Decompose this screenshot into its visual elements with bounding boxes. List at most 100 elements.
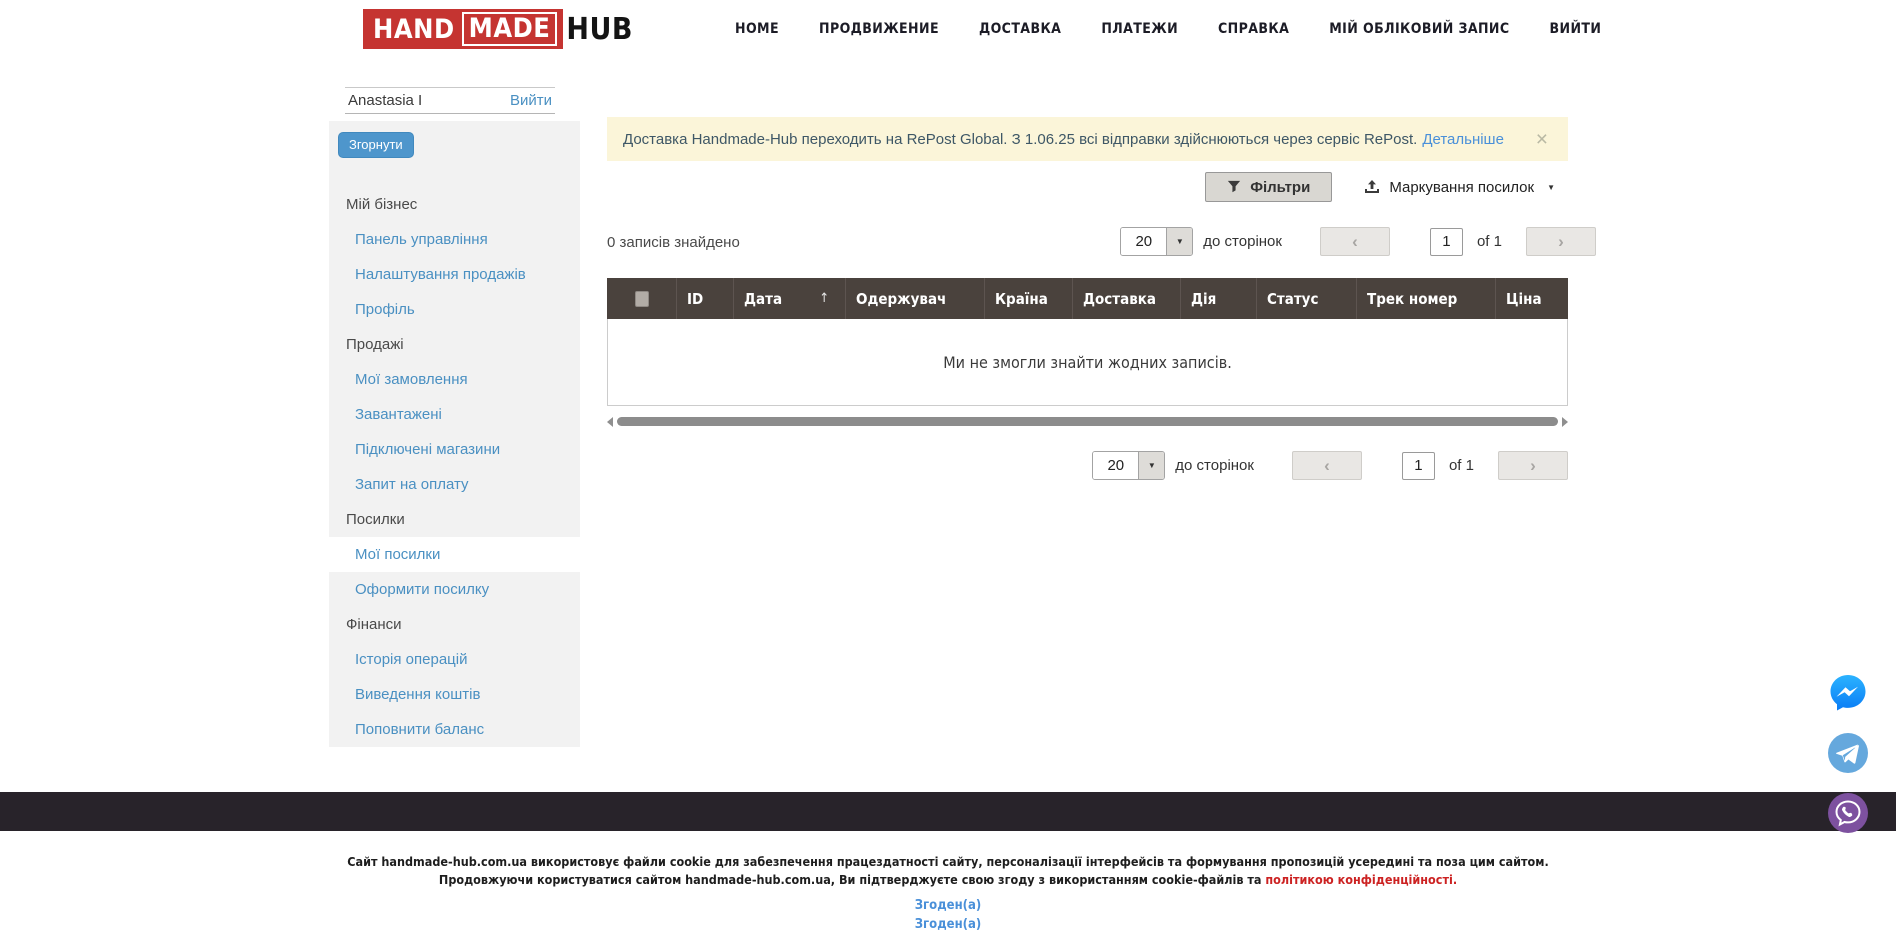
cookie-text-line2-prefix: Продовжуючи користуватися сайтом handmad… [439,872,1266,887]
top-next-page-button[interactable]: › [1526,227,1596,256]
sort-asc-icon[interactable]: ↑ [819,291,829,306]
bottom-page-size-value: 20 [1093,452,1139,479]
top-header: HAND MADE HUB HOME ПРОДВИЖЕНИЕ ДОСТАВКА … [0,0,1896,58]
chevron-right-icon: › [1530,456,1536,476]
sidebar-section-my-business: Мій бізнес [329,187,580,222]
sidebar-section-parcels: Посилки [329,502,580,537]
upload-icon [1364,179,1380,195]
top-per-page-label: до сторінок [1203,233,1282,250]
sidebar: Згорнути Мій бізнес Панель управління На… [329,121,580,747]
bottom-prev-page-button[interactable]: ‹ [1292,451,1362,480]
header-cell-track-number[interactable]: Трек номер [1357,278,1496,319]
scroll-left-icon[interactable] [607,417,613,427]
parcel-marking-dropdown[interactable]: Маркування посилок ▼ [1364,179,1555,196]
user-name: Anastasia I [348,92,422,109]
nav-logout[interactable]: ВИЙТИ [1550,21,1602,37]
header-cell-status[interactable]: Статус [1257,278,1357,319]
parcels-table-empty-state: Ми не змогли знайти жодних записів. [607,319,1568,406]
cookie-footer: Сайт handmade-hub.com.ua використовує фа… [0,831,1896,934]
scrollbar-thumb[interactable] [617,417,1558,426]
top-prev-page-button[interactable]: ‹ [1320,227,1390,256]
top-page-of-label: of 1 [1477,233,1502,250]
parcels-table-header: ID Дата ↑ Одержувач Країна Доставка Дія … [607,278,1568,319]
viber-icon[interactable] [1828,793,1868,833]
nav-delivery[interactable]: ДОСТАВКА [979,21,1061,37]
bottom-next-page-button[interactable]: › [1498,451,1568,480]
horizontal-scrollbar [607,414,1568,429]
nav-payments[interactable]: ПЛАТЕЖИ [1101,21,1178,37]
top-page-size-select[interactable]: 20 ▼ [1120,227,1193,256]
header-cell-delivery[interactable]: Доставка [1073,278,1181,319]
sidebar-section-finance: Фінанси [329,607,580,642]
top-page-size-value: 20 [1121,228,1167,255]
pagination-top: 20 ▼ до сторінок ‹ of 1 › [607,226,1596,257]
banner-details-link[interactable]: Детальніше [1422,131,1504,148]
scrollbar-track[interactable] [617,417,1558,426]
scroll-right-icon[interactable] [1562,417,1568,427]
banner-text: Доставка Handmade-Hub переходить на RePo… [623,131,1417,148]
logo-made-text: MADE [462,12,558,46]
chevron-down-icon: ▼ [1547,183,1555,192]
chevron-left-icon: ‹ [1352,232,1358,252]
top-page-size-caret-icon[interactable]: ▼ [1167,228,1192,255]
nav-my-account[interactable]: МІЙ ОБЛІКОВИЙ ЗАПИС [1329,21,1509,37]
bottom-per-page-label: до сторінок [1175,457,1254,474]
sidebar-item-connected-stores[interactable]: Підключені магазини [329,432,580,467]
header-date-label: Дата [744,290,782,308]
sidebar-item-top-up-balance[interactable]: Поповнити баланс [329,712,580,747]
telegram-icon[interactable] [1828,733,1868,773]
logo-hand-text: HAND [373,14,455,45]
sidebar-item-my-orders[interactable]: Мої замовлення [329,362,580,397]
bottom-page-of-label: of 1 [1449,457,1474,474]
empty-table-message: Ми не змогли знайти жодних записів. [943,353,1232,372]
header-cell-recipient[interactable]: Одержувач [846,278,985,319]
bottom-page-size-caret-icon[interactable]: ▼ [1139,452,1164,479]
sidebar-item-create-parcel[interactable]: Оформити посилку [329,572,580,607]
sidebar-item-sales-settings[interactable]: Налаштування продажів [329,257,580,292]
header-cell-id[interactable]: ID [677,278,734,319]
cookie-text-line1: Сайт handmade-hub.com.ua використовує фа… [0,853,1896,871]
footer-dark-bar [0,792,1896,831]
nav-promotion[interactable]: ПРОДВИЖЕНИЕ [819,21,939,37]
bottom-page-size-select[interactable]: 20 ▼ [1092,451,1165,480]
nav-help[interactable]: СПРАВКА [1218,21,1289,37]
messenger-icon[interactable] [1828,673,1868,713]
sidebar-item-dashboard[interactable]: Панель управління [329,222,580,257]
pagination-bottom: 20 ▼ до сторінок ‹ of 1 › [607,450,1568,481]
banner-close-icon[interactable]: × [1532,129,1552,150]
logo-hub-text: HUB [566,12,633,47]
filters-button-label: Фільтри [1250,179,1310,196]
agree-link-1[interactable]: Згоден(а) [0,896,1896,915]
sidebar-item-my-parcels[interactable]: Мої посилки [329,537,580,572]
header-cell-select [607,278,677,319]
funnel-icon [1227,180,1241,194]
repost-notification-banner: Доставка Handmade-Hub переходить на RePo… [607,117,1568,161]
logout-link[interactable]: Вийти [510,92,552,109]
chevron-right-icon: › [1558,232,1564,252]
nav-home[interactable]: HOME [735,21,779,37]
collapse-sidebar-button[interactable]: Згорнути [338,132,414,158]
sidebar-menu: Мій бізнес Панель управління Налаштуванн… [329,187,580,747]
bottom-page-number-input[interactable] [1402,452,1435,480]
social-float-buttons [1828,673,1868,833]
privacy-policy-link[interactable]: політикою конфіденційності. [1265,872,1457,887]
header-cell-country[interactable]: Країна [985,278,1073,319]
select-all-checkbox[interactable] [635,291,649,307]
header-cell-action[interactable]: Дія [1181,278,1257,319]
sidebar-section-sales: Продажі [329,327,580,362]
header-cell-date[interactable]: Дата ↑ [734,278,846,319]
filters-button[interactable]: Фільтри [1205,172,1332,202]
top-page-number-input[interactable] [1430,228,1463,256]
user-box: Anastasia I Вийти [345,87,555,114]
header-cell-price[interactable]: Ціна [1496,278,1568,319]
sidebar-item-uploaded[interactable]: Завантажені [329,397,580,432]
agree-link-2[interactable]: Згоден(а) [0,915,1896,934]
sidebar-item-withdraw-funds[interactable]: Виведення коштів [329,677,580,712]
parcels-table: ID Дата ↑ Одержувач Країна Доставка Дія … [607,278,1568,406]
sidebar-item-payment-request[interactable]: Запит на оплату [329,467,580,502]
handmade-hub-logo[interactable]: HAND MADE HUB [363,9,633,49]
sidebar-item-transaction-history[interactable]: Історія операцій [329,642,580,677]
parcel-marking-label: Маркування посилок [1389,179,1534,196]
cookie-text-line2: Продовжуючи користуватися сайтом handmad… [0,871,1896,889]
sidebar-item-profile[interactable]: Профіль [329,292,580,327]
